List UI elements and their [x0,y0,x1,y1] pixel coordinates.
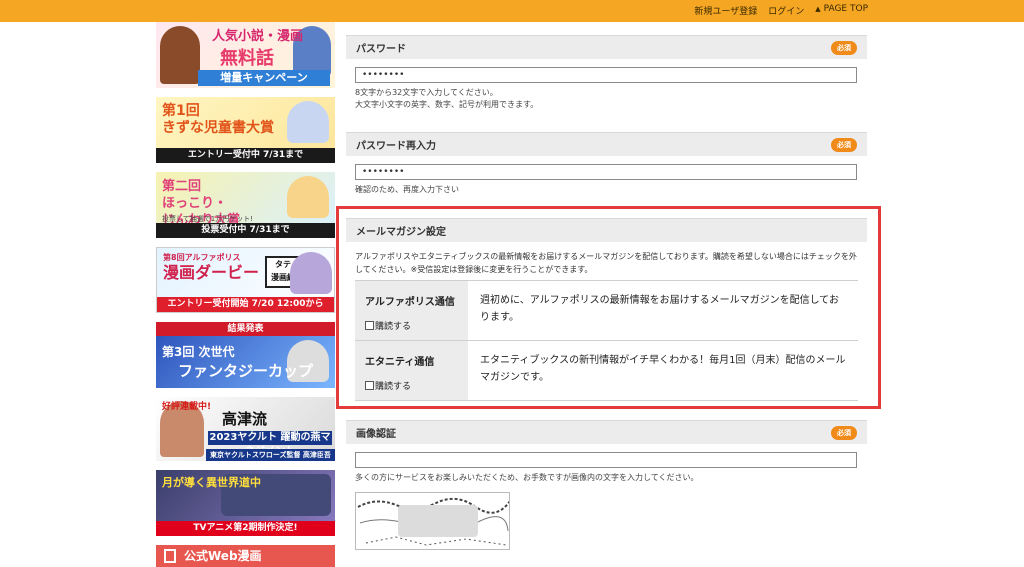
password-hint: 大文字小文字の英字、数字、記号が利用できます。 [355,100,539,109]
password-input[interactable]: •••••••• [355,67,857,83]
banner-tag: 好評連載中! [162,402,212,412]
newsletter-name: エタニティ通信 [365,357,435,368]
banner-free-campaign[interactable]: 人気小説・漫画 無料話 増量キャンペーン [156,22,335,88]
banner-footer: 東京ヤクルトスワローズ監督 高津臣吾 [206,449,335,461]
banner-hokkori-award[interactable]: 第二回 ほっこり・ じんわり大賞 投票して抽選で1万円ゲット! 投票受付中 7/… [156,172,335,238]
banner-top-label: 結果発表 [156,322,335,336]
banner-headline: 無料話 [220,48,274,69]
login-link[interactable]: ログイン [768,4,804,17]
banner-character [287,176,329,218]
table-row: アルファポリス通信 購読する 週初めに、アルファポリスの最新情報をお届けするメー… [355,281,858,341]
banner-official-web-manga[interactable]: 公式Web漫画 [156,545,335,567]
banner-title: 月が導く異世界道中 [162,476,261,489]
mail-magazine-section: メールマガジン設定 アルファポリスやエタニティブックスの最新情報をお届けするメー… [346,218,867,401]
banner-fantasy-cup[interactable]: 結果発表 第3回 次世代 ファンタジーカップ [156,322,335,388]
banner-title: 人気小説・漫画 [212,29,304,44]
page-top-label: PAGE TOP [823,4,868,14]
banner-title: 公式Web漫画 [184,549,262,563]
banner-footer: TVアニメ第2期制作決定! [156,521,335,536]
captcha-blurred-text [398,505,478,537]
section-label: メールマガジン設定 [356,227,446,238]
section-label: パスワード再入力 [356,141,436,152]
row-header: エタニティ通信 購読する [355,341,468,400]
section-header: メールマガジン設定 [346,218,867,242]
required-badge: 必須 [831,425,857,440]
newsletter-name: アルファポリス通信 [365,297,455,308]
banner-ribbon: 増量キャンペーン [198,70,330,86]
banner-footer: エントリー受付開始 7/20 12:00から [157,297,334,312]
subscribe-checkbox[interactable]: 購読する [365,379,468,392]
banner-character [290,252,332,294]
banner-character [160,26,200,84]
banner-footer: 投票受付中 7/31まで [156,223,335,238]
checkbox-icon[interactable] [365,321,374,330]
section-label: パスワード [356,44,406,55]
newsletter-description: エタニティブックスの新刊情報がイチ早くわかる！毎月1回（月末）配信のメールマガジ… [480,355,846,383]
subscribe-checkbox[interactable]: 購読する [365,319,468,332]
banner-takatsu[interactable]: 好評連載中! 高津流 2023ヤクルト 躍動の燕マネジメント 東京ヤクルトスワロ… [156,397,335,461]
password-hint: 8文字から32文字で入力してください。 [355,88,498,97]
newsletter-description: 週初めに、アルファポリスの最新情報をお届けするメールマガジンを配信しております。 [480,295,839,323]
banner-footer: エントリー受付中 7/31まで [156,148,335,163]
banner-small-title: 第8回アルファポリス [163,253,241,262]
mail-magazine-table: アルファポリス通信 購読する 週初めに、アルファポリスの最新情報をお届けするメー… [355,280,858,401]
password-confirm-input[interactable]: •••••••• [355,164,857,180]
captcha-hint: 多くの方にサービスをお楽しみいただくため、お手数ですが画像内の文字を入力してくだ… [355,473,699,482]
password-confirm-section: パスワード再入力 必須 •••••••• 確認のため、再度入力下さい [346,132,867,196]
banner-kizuna-award[interactable]: 第1回 きずな児童書大賞 エントリー受付中 7/31まで [156,97,335,163]
captcha-section: 画像認証 必須 多くの方にサービスをお楽しみいただくため、お手数ですが画像内の文… [346,420,867,550]
section-header: パスワード 必須 [346,35,867,59]
mail-magazine-description: アルファポリスやエタニティブックスの最新情報をお届けするメールマガジンを配信して… [355,252,857,274]
page-top-link[interactable]: ▲ PAGE TOP [815,4,868,17]
captcha-image [355,492,510,550]
row-header: アルファポリス通信 購読する [355,281,468,340]
checkbox-icon[interactable] [365,381,374,390]
password-confirm-hint: 確認のため、再度入力下さい [355,185,459,194]
banner-tsukimichi[interactable]: 月が導く異世界道中 TVアニメ第2期制作決定! [156,470,335,536]
header-links: 新規ユーザ登録 ログイン ▲ PAGE TOP [694,4,868,17]
banner-title: 高津流 [222,410,268,428]
section-label: 画像認証 [356,429,396,440]
required-badge: 必須 [831,137,857,152]
checkbox-label: 購読する [375,382,412,392]
table-row: エタニティ通信 購読する エタニティブックスの新刊情報がイチ早くわかる！毎月1回… [355,341,858,401]
banner-character [287,101,329,143]
required-badge: 必須 [831,40,857,55]
banner-manga-derby[interactable]: 第8回アルファポリス 漫画ダービー タテ 漫画編 エントリー受付開始 7/20 … [156,247,335,313]
checkbox-label: 購読する [375,322,412,332]
top-header-bar: 新規ユーザ登録 ログイン ▲ PAGE TOP [0,0,1024,22]
captcha-input[interactable] [355,452,857,468]
triangle-up-icon: ▲ [815,5,821,13]
section-header: パスワード再入力 必須 [346,132,867,156]
banner-headline: ファンタジーカップ [178,362,314,380]
sidebar: 人気小説・漫画 無料話 増量キャンペーン 第1回 きずな児童書大賞 エントリー受… [156,22,335,567]
banner-title: 第1回 きずな児童書大賞 [162,103,274,136]
banner-title: 第3回 次世代 [162,345,235,359]
section-header: 画像認証 必須 [346,420,867,444]
banner-title: 漫画ダービー [163,263,260,282]
password-section: パスワード 必須 •••••••• 8文字から32文字で入力してください。 大文… [346,35,867,111]
register-link[interactable]: 新規ユーザ登録 [694,4,757,17]
banner-subtitle: 2023ヤクルト 躍動の燕マネジメント [208,431,332,457]
